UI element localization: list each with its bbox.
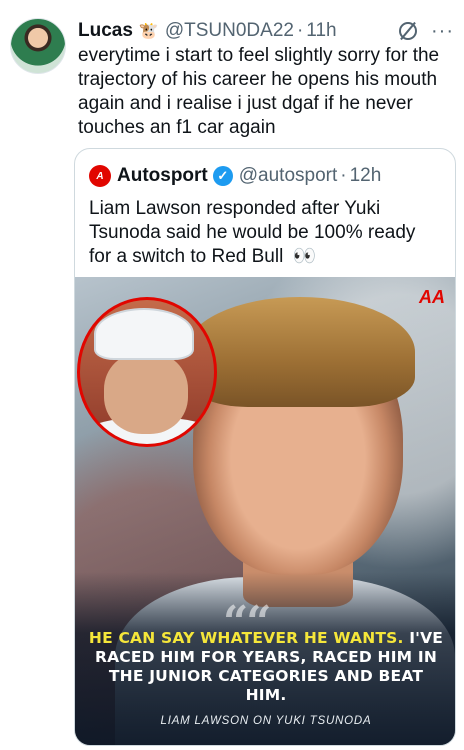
header-actions: ··· [399, 21, 454, 41]
author-avatar[interactable] [10, 18, 66, 74]
inset-cap [94, 308, 194, 360]
media-attribution: LIAM LAWSON ON YUKI TSUNODA [160, 715, 372, 727]
quoted-tweet-time[interactable]: 12h [350, 165, 382, 187]
tweet-time[interactable]: 11h [306, 20, 336, 42]
inset-portrait [77, 297, 217, 447]
caption-highlight: HE CAN SAY WHATEVER HE WANTS. [88, 629, 404, 647]
quoted-author-handle[interactable]: @autosport [239, 165, 338, 187]
quoted-tweet-text: Liam Lawson responded after Yuki Tsunoda… [89, 198, 416, 267]
grok-icon[interactable] [399, 22, 418, 40]
quoted-author-name[interactable]: Autosport [117, 165, 208, 187]
inset-face [104, 352, 188, 434]
tweet-text: everytime i start to feel slightly sorry… [78, 45, 440, 138]
quoted-media-image[interactable]: AA ““ HE CAN SAY WHATEVER HE WANTS. I'VE… [75, 277, 455, 745]
tweet-header: Lucas 🐮 @TSUN0DA22 · 11h ··· [78, 18, 454, 44]
autosport-watermark-icon: AA [419, 287, 445, 307]
quoted-tweet-text-block: Liam Lawson responded after Yuki Tsunoda… [89, 197, 439, 269]
separator-dot: · [296, 20, 304, 41]
eyes-emoji-icon: 👀 [292, 246, 317, 267]
cow-emoji-icon: 🐮 [138, 23, 159, 40]
more-options-icon[interactable]: ··· [431, 21, 454, 41]
autosport-logo-icon: A [89, 165, 111, 187]
quoted-tweet[interactable]: A Autosport ✓ @autosport · 12h Liam Laws… [74, 148, 456, 746]
author-handle[interactable]: @TSUN0DA22 [165, 20, 294, 42]
quoted-tweet-header: A Autosport ✓ @autosport · 12h [89, 163, 381, 189]
media-caption: HE CAN SAY WHATEVER HE WANTS. I'VE RACED… [87, 629, 445, 705]
verified-badge-icon: ✓ [212, 166, 233, 186]
author-name[interactable]: Lucas [78, 20, 133, 42]
quoted-separator-dot: · [340, 165, 347, 186]
driver-hair [185, 297, 415, 407]
